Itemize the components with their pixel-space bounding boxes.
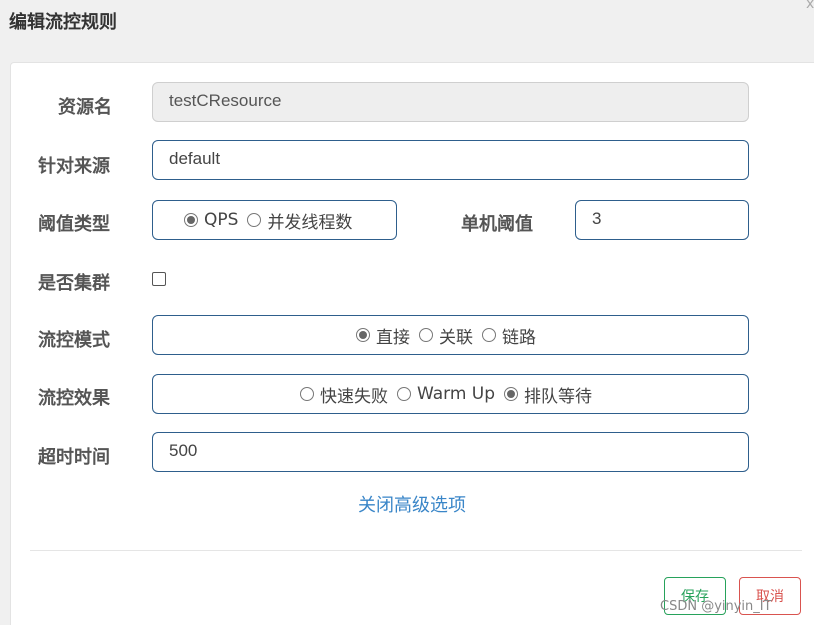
cancel-button[interactable]: 取消	[739, 577, 801, 615]
flow-mode-chain[interactable]: 链路	[482, 323, 536, 348]
radio-selected-icon	[504, 387, 519, 401]
flow-effect-label: 流控效果	[38, 388, 110, 409]
resource-input: testCResource	[152, 82, 749, 122]
threshold-type-qps[interactable]: QPS	[184, 210, 238, 230]
radio-icon	[396, 387, 411, 401]
flow-effect-warm-up[interactable]: Warm Up	[396, 384, 495, 404]
threshold-input[interactable]: 3	[575, 200, 749, 240]
radio-selected-icon	[356, 328, 370, 342]
close-icon[interactable]: x	[806, 0, 814, 12]
threshold-label: 单机阈值	[461, 214, 533, 235]
resource-label: 资源名	[58, 97, 112, 118]
flow-mode-direct[interactable]: 直接	[356, 323, 410, 348]
radio-selected-icon	[184, 213, 198, 227]
source-label: 针对来源	[38, 156, 110, 177]
threshold-type-threads[interactable]: 并发线程数	[247, 208, 352, 233]
threshold-type-label: 阈值类型	[38, 214, 110, 235]
flow-effect-group: 快速失败 Warm Up 排队等待	[152, 374, 749, 414]
radio-icon	[247, 213, 262, 227]
flow-mode-label: 流控模式	[38, 330, 110, 351]
dialog-title: 编辑流控规则	[9, 12, 117, 33]
source-input[interactable]: default	[152, 140, 749, 180]
close-advanced-options-link[interactable]: 关闭高级选项	[358, 491, 466, 517]
timeout-input[interactable]: 500	[152, 432, 749, 472]
divider	[30, 550, 802, 551]
radio-icon	[419, 328, 433, 342]
threshold-type-group: QPS 并发线程数	[152, 200, 397, 240]
radio-icon	[482, 328, 496, 342]
flow-mode-relate[interactable]: 关联	[419, 323, 473, 348]
cluster-label: 是否集群	[38, 273, 110, 294]
cluster-checkbox[interactable]	[152, 272, 166, 286]
flow-mode-group: 直接 关联 链路	[152, 315, 749, 355]
flow-effect-fail-fast[interactable]: 快速失败	[299, 382, 388, 407]
save-button[interactable]: 保存	[664, 577, 726, 615]
radio-icon	[299, 387, 314, 401]
flow-effect-queue[interactable]: 排队等待	[504, 382, 592, 407]
timeout-label: 超时时间	[38, 447, 110, 468]
